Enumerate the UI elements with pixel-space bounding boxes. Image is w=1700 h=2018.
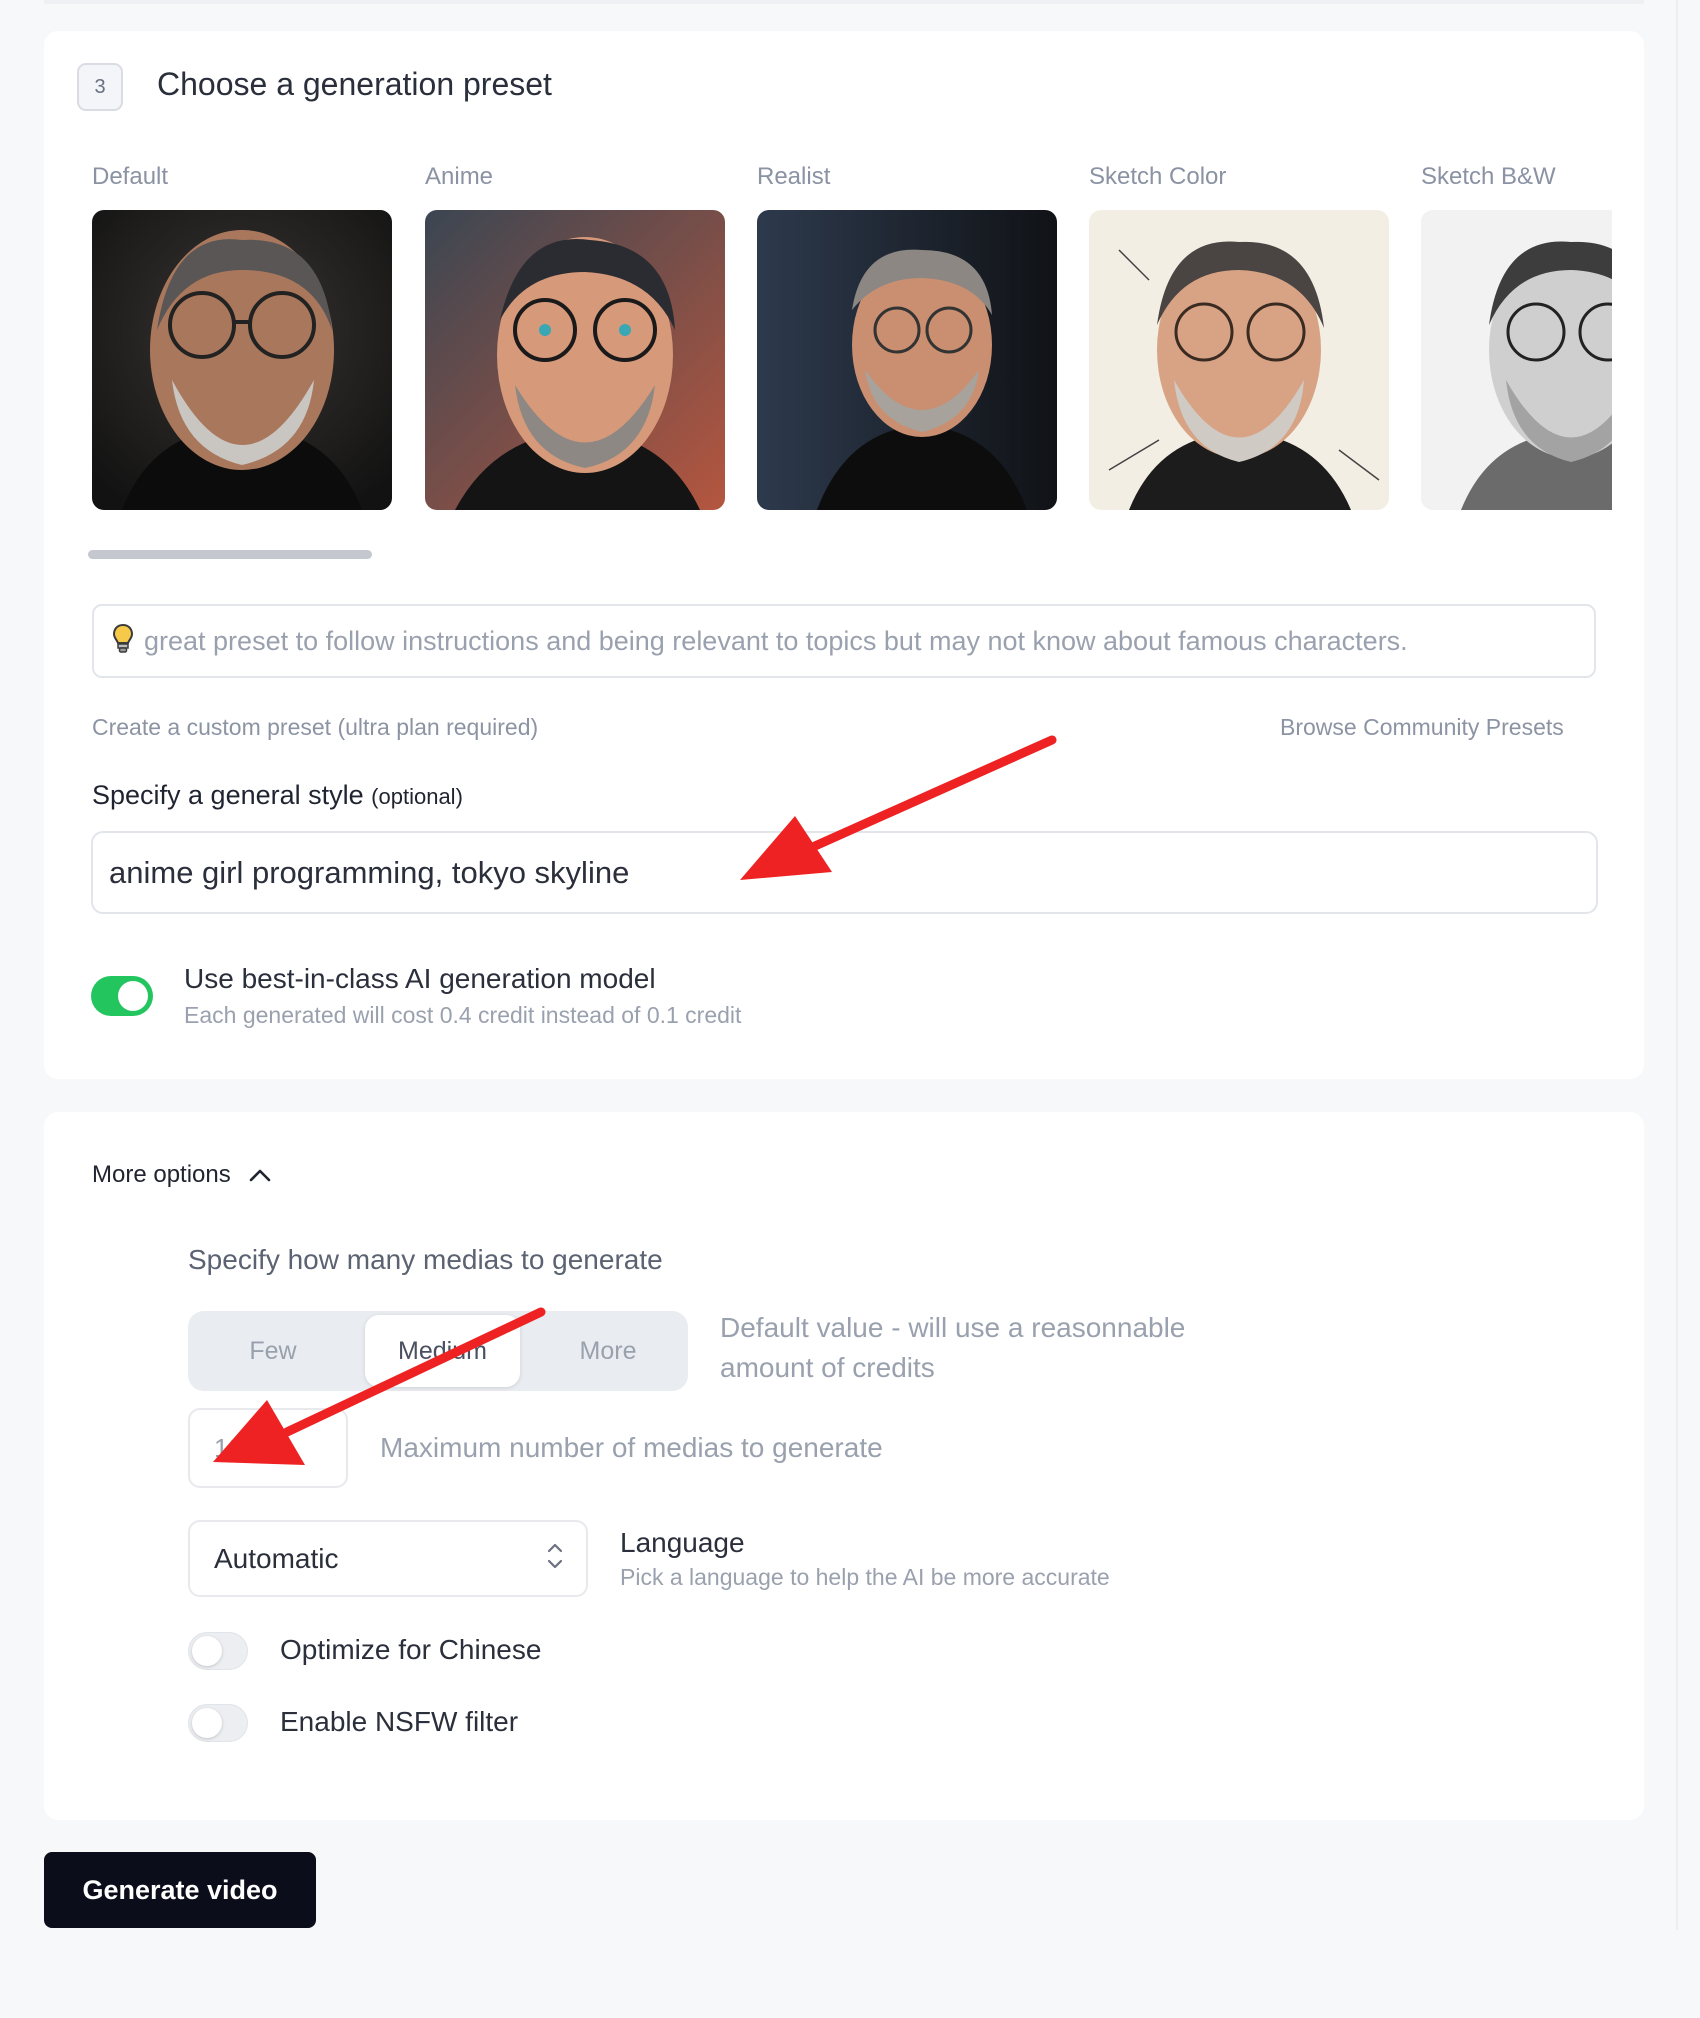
preset-thumbnail-anime[interactable] — [425, 210, 725, 510]
browse-community-presets-link[interactable]: Browse Community Presets — [1280, 714, 1564, 741]
more-options-label: More options — [92, 1161, 231, 1188]
preset-label-sketch-bw: Sketch B&W — [1421, 163, 1556, 190]
preset-label-default: Default — [92, 163, 169, 190]
media-count-segmented-control: Few Medium More — [188, 1311, 688, 1391]
language-title: Language — [620, 1527, 745, 1558]
preset-label-anime: Anime — [425, 163, 494, 190]
toggle-knob — [192, 1708, 222, 1738]
language-select[interactable]: Automatic — [188, 1520, 588, 1597]
preset-thumbnail-realist[interactable] — [757, 210, 1057, 510]
optimize-chinese-toggle[interactable] — [188, 1632, 248, 1670]
style-input[interactable] — [91, 831, 1598, 914]
chevron-up-icon — [249, 1161, 271, 1189]
best-model-subtitle: Each generated will cost 0.4 credit inst… — [184, 1002, 742, 1028]
lightbulb-icon — [112, 623, 134, 660]
max-medias-input[interactable] — [188, 1408, 348, 1488]
optimize-chinese-label: Optimize for Chinese — [280, 1634, 542, 1665]
hint-text: great preset to follow instructions and … — [144, 625, 1408, 656]
max-medias-label: Maximum number of medias to generate — [380, 1432, 883, 1463]
best-model-toggle[interactable] — [91, 976, 153, 1016]
select-arrows-icon — [546, 1540, 564, 1577]
preset-thumbnail-sketch-bw[interactable] — [1421, 210, 1612, 510]
top-strip — [44, 0, 1644, 4]
page-divider — [1676, 0, 1678, 1930]
toggle-knob — [118, 981, 148, 1011]
nsfw-filter-label: Enable NSFW filter — [280, 1706, 519, 1737]
media-count-description: Default value - will use a reasonnable a… — [720, 1312, 1186, 1383]
style-label: Specify a general style (optional) — [92, 780, 463, 811]
preset-hint: great preset to follow instructions and … — [92, 604, 1596, 678]
preset-label-realist: Realist — [757, 163, 831, 190]
more-options-toggle[interactable]: More options — [92, 1161, 271, 1189]
option-few[interactable]: Few — [188, 1311, 358, 1391]
option-medium[interactable]: Medium — [365, 1315, 520, 1387]
generate-video-button[interactable]: Generate video — [44, 1852, 316, 1928]
preset-thumbnail-sketch-color[interactable] — [1089, 210, 1389, 510]
step-title: Choose a generation preset — [157, 66, 552, 102]
preset-thumbnail-default[interactable] — [92, 210, 392, 510]
best-model-title: Use best-in-class AI generation model — [184, 963, 656, 994]
nsfw-filter-toggle[interactable] — [188, 1704, 248, 1742]
preset-scrollbar[interactable] — [88, 550, 372, 559]
optional-tag: (optional) — [371, 784, 463, 809]
step-badge: 3 — [77, 63, 123, 111]
create-custom-preset-link[interactable]: Create a custom preset (ultra plan requi… — [92, 714, 538, 741]
language-value: Automatic — [214, 1542, 339, 1574]
language-subtitle: Pick a language to help the AI be more a… — [620, 1564, 1110, 1590]
style-label-text: Specify a general style — [92, 780, 364, 810]
option-more[interactable]: More — [528, 1311, 688, 1391]
preset-label-sketch-color: Sketch Color — [1089, 163, 1227, 190]
media-count-title: Specify how many medias to generate — [188, 1244, 663, 1275]
toggle-knob — [192, 1636, 222, 1666]
